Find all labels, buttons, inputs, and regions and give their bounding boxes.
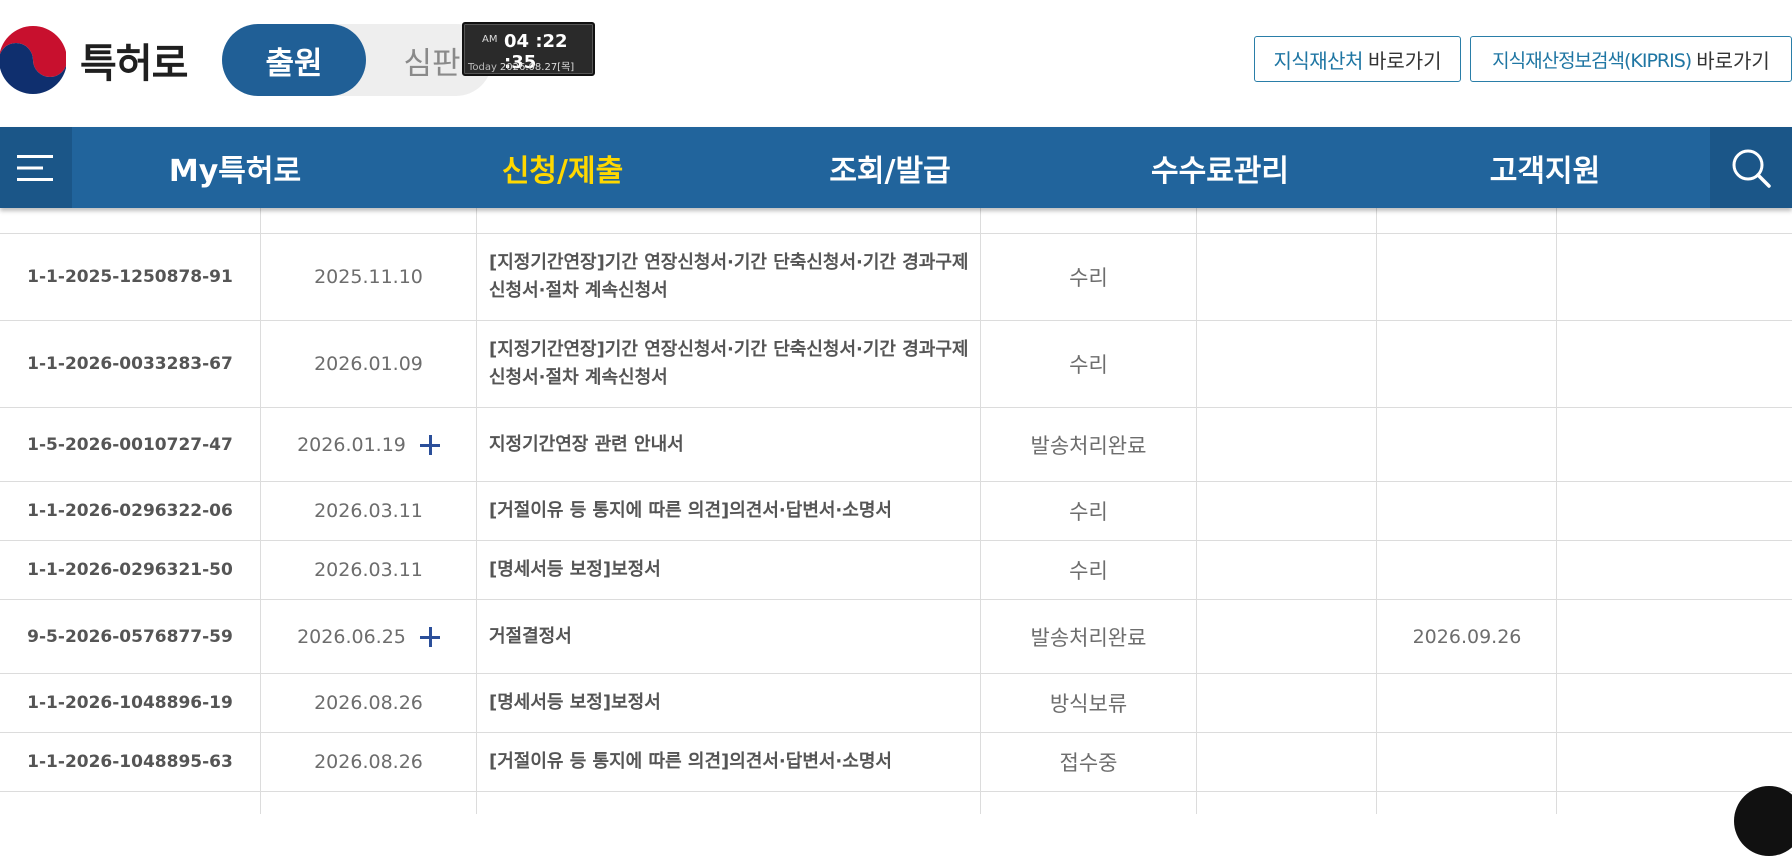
nav-item-inquiry[interactable]: 조회/발급 bbox=[780, 127, 1000, 208]
search-icon bbox=[1732, 149, 1771, 188]
site-logo[interactable]: 특허로 bbox=[0, 20, 200, 100]
document-name-link[interactable]: [거절이유 등 통지에 따른 의견]의견서·답변서·소명서 bbox=[489, 733, 969, 791]
receipt-number: 1-1-2025-1250878-91 bbox=[27, 267, 233, 287]
link-suffix-text: 바로가기 bbox=[1696, 48, 1770, 73]
link-suffix-text: 바로가기 bbox=[1367, 48, 1442, 73]
nav-item-support[interactable]: 고객지원 bbox=[1435, 127, 1655, 208]
logo-text: 특허로 bbox=[80, 41, 188, 87]
document-name-link[interactable]: [지정기간연장]기간 연장신청서·기간 단축신청서·기간 경과구제신청서·절차 … bbox=[489, 321, 969, 407]
status-text: 접수중 bbox=[1059, 751, 1118, 775]
document-name-link[interactable]: [명세서등 보정]보정서 bbox=[489, 674, 969, 732]
document-name-link[interactable]: 지정기간연장 관련 안내서 bbox=[489, 408, 969, 481]
taegeuk-logo-icon bbox=[0, 26, 66, 94]
hamburger-icon bbox=[17, 154, 53, 181]
clock-today-label: Today bbox=[468, 62, 497, 73]
submit-date: 2026.03.11 bbox=[314, 559, 423, 581]
nav-item-fees[interactable]: 수수료관리 bbox=[1110, 127, 1330, 208]
mode-toggle: 출원 심판 bbox=[222, 24, 492, 96]
kipo-shortcut-link[interactable]: 지식재산처 바로가기 bbox=[1254, 36, 1461, 82]
digital-clock: AM 04 :22 :35 Today 2026.08.27[목] bbox=[462, 22, 595, 76]
document-name-link[interactable]: [지정기간연장]기간 연장신청서·기간 단축신청서·기간 경과구제신청서·절차 … bbox=[489, 234, 969, 320]
scroll-top-button[interactable] bbox=[1734, 786, 1792, 856]
status-text: 발송처리완료 bbox=[1030, 625, 1147, 650]
submit-date: 2026.01.09 bbox=[314, 353, 423, 375]
receipt-number: 1-1-2026-1048895-63 bbox=[27, 752, 233, 772]
expand-plus-icon[interactable] bbox=[419, 434, 440, 455]
receipt-number: 1-1-2026-0033283-67 bbox=[27, 354, 233, 374]
submit-date: 2026.06.25 bbox=[297, 625, 406, 648]
clock-date-row: Today 2026.08.27[목] bbox=[468, 58, 574, 73]
receipt-number: 1-5-2026-0010727-47 bbox=[27, 434, 233, 455]
document-name-link[interactable]: [명세서등 보정]보정서 bbox=[489, 541, 969, 599]
submit-date: 2025.11.10 bbox=[314, 266, 423, 288]
submit-date: 2026.01.19 bbox=[297, 433, 406, 456]
search-button[interactable] bbox=[1710, 127, 1792, 208]
mode-application-button[interactable]: 출원 bbox=[222, 24, 366, 96]
submit-date: 2026.03.11 bbox=[314, 500, 423, 522]
link-accent-text: 지식재산정보검색(KIPRIS) bbox=[1492, 49, 1692, 72]
status-text: 방식보류 bbox=[1049, 692, 1128, 716]
receipt-number: 1-1-2026-1048896-19 bbox=[27, 693, 233, 713]
status-text: 수리 bbox=[1069, 559, 1108, 583]
main-nav: My특허로 신청/제출 조회/발급 수수료관리 고객지원 bbox=[0, 127, 1792, 208]
table-row: 1-1-2025-1250878-91 2025.11.10 [지정기간연장]기… bbox=[0, 234, 1792, 321]
table-row: 1-1-2026-1048895-63 2026.08.26 [거절이유 등 통… bbox=[0, 733, 1792, 792]
expand-plus-icon[interactable] bbox=[419, 626, 440, 647]
receipt-number: 9-5-2026-0576877-59 bbox=[27, 626, 233, 647]
table-row: 1-1-2026-0296322-06 2026.03.11 [거절이유 등 통… bbox=[0, 482, 1792, 541]
table-row-partial bbox=[0, 208, 1792, 234]
table-row: 1-5-2026-0010727-47 2026.01.19 지정기간연장 관련… bbox=[0, 408, 1792, 482]
clock-ampm: AM bbox=[482, 34, 498, 45]
menu-button[interactable] bbox=[0, 127, 72, 208]
receipt-number: 1-1-2026-0296321-50 bbox=[27, 560, 233, 580]
table-row: 1-1-2026-0296321-50 2026.03.11 [명세서등 보정]… bbox=[0, 541, 1792, 600]
nav-item-apply[interactable]: 신청/제출 bbox=[455, 127, 670, 208]
due-date: 2026.09.26 bbox=[1412, 625, 1522, 648]
submit-date: 2026.08.26 bbox=[314, 692, 423, 714]
submit-date: 2026.08.26 bbox=[314, 751, 423, 773]
kipris-shortcut-link[interactable]: 지식재산정보검색(KIPRIS) 바로가기 bbox=[1470, 36, 1792, 82]
submit-date-cell: 2026.06.25 bbox=[261, 600, 476, 673]
clock-date: 2026.08.27[목] bbox=[499, 62, 575, 73]
top-header: 특허로 출원 심판 AM 04 :22 :35 Today 2026.08.27[… bbox=[0, 0, 1792, 127]
status-text: 수리 bbox=[1069, 353, 1108, 377]
status-text: 수리 bbox=[1069, 500, 1108, 524]
nav-item-my[interactable]: My특허로 bbox=[130, 127, 340, 208]
link-accent-text: 지식재산처 bbox=[1273, 48, 1363, 73]
table-row: 9-5-2026-0576877-59 2026.06.25 거절결정서 발송처… bbox=[0, 600, 1792, 674]
document-name-link[interactable]: 거절결정서 bbox=[489, 600, 969, 673]
submit-date-cell: 2026.01.19 bbox=[261, 408, 476, 481]
history-table: 1-1-2025-1250878-91 2025.11.10 [지정기간연장]기… bbox=[0, 208, 1792, 814]
table-row: 1-1-2026-1048896-19 2026.08.26 [명세서등 보정]… bbox=[0, 674, 1792, 733]
receipt-number: 1-1-2026-0296322-06 bbox=[27, 501, 233, 521]
table-row: 1-1-2026-0033283-67 2026.01.09 [지정기간연장]기… bbox=[0, 321, 1792, 408]
document-name-link[interactable]: [거절이유 등 통지에 따른 의견]의견서·답변서·소명서 bbox=[489, 482, 969, 540]
status-text: 발송처리완료 bbox=[1030, 433, 1147, 458]
status-text: 수리 bbox=[1069, 266, 1108, 290]
